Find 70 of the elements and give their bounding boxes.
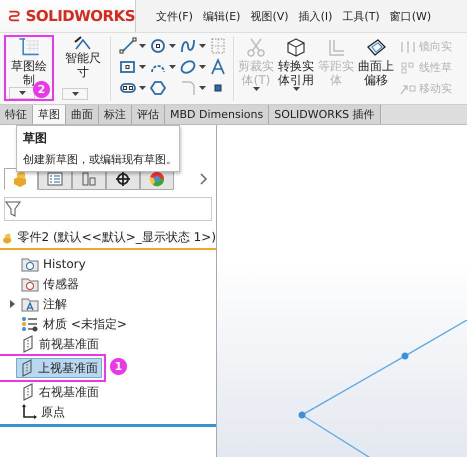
step-badge: 2 <box>33 81 50 98</box>
line-icon[interactable] <box>119 37 137 55</box>
menu-item[interactable]: 工具(T) <box>342 8 380 24</box>
spline-icon[interactable] <box>179 37 197 55</box>
tooltip-title: 草图 <box>23 130 48 147</box>
tree-item[interactable]: 传感器 <box>0 274 216 294</box>
logo-text: SOLIDWORKS <box>26 7 135 25</box>
menu-item[interactable]: 窗口(W) <box>390 8 432 24</box>
tree-item[interactable]: 前视基准面 <box>0 334 216 354</box>
caret-icon[interactable] <box>18 91 26 96</box>
circle-icon[interactable] <box>149 37 167 55</box>
plane-icon <box>21 335 35 353</box>
plane-icon <box>20 359 34 377</box>
caret-icon[interactable] <box>139 86 146 90</box>
caret-icon[interactable] <box>139 44 146 48</box>
list-icon[interactable] <box>46 170 64 188</box>
tree-item[interactable]: 注解 <box>0 294 216 314</box>
caret-icon[interactable] <box>72 92 78 96</box>
tree-label: 零件2 (默认<<默认>_显示状态 1>) <box>18 229 216 246</box>
tab[interactable]: SOLIDWORKS 插件 <box>269 105 381 124</box>
caret-icon[interactable] <box>292 87 300 91</box>
tool-button[interactable]: 草图绘制 2 <box>4 35 54 101</box>
caret-icon[interactable] <box>199 65 206 69</box>
expand-arrow-icon[interactable] <box>8 300 16 308</box>
menu-item[interactable]: 插入(I) <box>298 8 332 24</box>
chevron-right-icon[interactable] <box>200 173 208 185</box>
dimension-icon <box>74 36 92 50</box>
caret-icon[interactable] <box>199 86 206 90</box>
pattern-icon <box>400 60 416 74</box>
tree-item[interactable]: 原点 <box>0 402 216 422</box>
tool-button[interactable]: 智能尺寸 <box>58 35 108 101</box>
filter-field[interactable] <box>4 197 212 221</box>
tab[interactable]: 曲面 <box>66 105 99 124</box>
tooltip-text: 创建新草图，或编辑现有草图。 <box>23 152 173 167</box>
tool-button[interactable]: 转换实体引用 <box>277 37 315 91</box>
menu-item[interactable]: 文件(F) <box>156 8 193 24</box>
tree-item[interactable]: 右视基准面 <box>0 382 216 402</box>
tab[interactable]: 特征 <box>0 105 33 124</box>
origin-icon <box>21 404 37 420</box>
polygon-icon[interactable] <box>149 79 167 97</box>
menu-item[interactable]: 编辑(E) <box>202 8 240 24</box>
cube-icon <box>285 37 307 59</box>
tab[interactable]: 评估 <box>132 105 165 124</box>
display-icon[interactable] <box>148 170 166 188</box>
caret-icon[interactable] <box>169 65 176 69</box>
tab[interactable]: MBD Dimensions <box>165 105 270 124</box>
sensor-folder-icon <box>21 276 39 292</box>
history-folder-icon <box>21 256 39 272</box>
scissors-icon <box>245 37 267 59</box>
rectangle-icon[interactable] <box>119 58 137 76</box>
ellipse-icon[interactable] <box>179 58 197 76</box>
tab[interactable]: 标注 <box>99 105 132 124</box>
material-icon <box>21 316 39 332</box>
plane-icon <box>21 383 35 401</box>
tree-item[interactable]: 材质 <未指定> <box>0 314 216 334</box>
step-badge: 1 <box>110 358 127 375</box>
mirror-icon <box>400 40 416 54</box>
caret-icon[interactable] <box>139 65 146 69</box>
menu-item[interactable]: 视图(V) <box>250 8 289 24</box>
tree-item[interactable]: History <box>0 254 216 274</box>
config-icon[interactable] <box>80 170 98 188</box>
annotation-folder-icon <box>21 296 39 312</box>
crosshair-icon[interactable] <box>114 170 132 188</box>
caret-icon[interactable] <box>199 44 206 48</box>
dropdown-button[interactable] <box>62 88 88 100</box>
text-icon[interactable] <box>209 58 227 76</box>
tool-button[interactable]: 曲面上偏移 <box>357 37 395 87</box>
filter-icon[interactable] <box>5 200 21 218</box>
tab[interactable]: 草图 <box>33 105 66 124</box>
caret-icon[interactable] <box>169 44 176 48</box>
